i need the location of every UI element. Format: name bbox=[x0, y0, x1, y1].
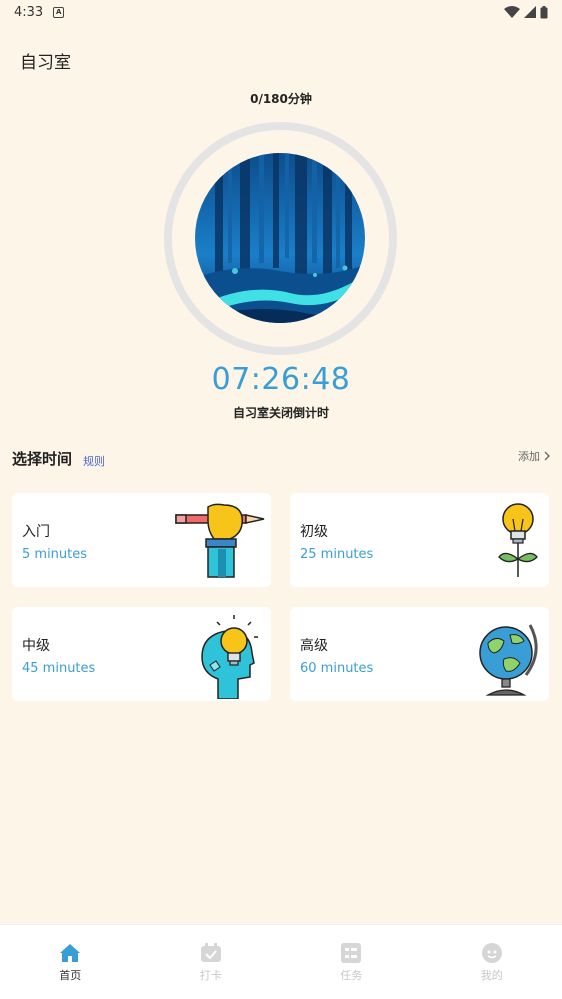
tab-label: 打卡 bbox=[199, 969, 222, 982]
level-name: 中级 bbox=[22, 638, 50, 654]
head-lightbulb-icon bbox=[201, 615, 258, 699]
add-label: 添加 bbox=[518, 450, 540, 463]
tab-home[interactable]: 首页 bbox=[0, 925, 141, 999]
countdown-timer: 07:26:48 bbox=[211, 362, 351, 397]
page-title: 自习室 bbox=[20, 53, 71, 73]
wifi-icon bbox=[504, 6, 520, 18]
level-card-advanced[interactable]: 高级 60 minutes bbox=[290, 607, 549, 701]
checkin-icon bbox=[200, 943, 221, 962]
level-card-intermediate[interactable]: 中级 45 minutes bbox=[12, 607, 271, 701]
tab-label: 任务 bbox=[340, 969, 363, 982]
level-card-beginner[interactable]: 入门 5 minutes bbox=[12, 493, 271, 587]
notification-icon: A bbox=[53, 6, 65, 18]
countdown-label: 自习室关闭倒计时 bbox=[232, 406, 329, 420]
level-card-elementary[interactable]: 初级 25 minutes bbox=[290, 493, 549, 587]
tab-label: 首页 bbox=[59, 969, 82, 982]
section-title: 选择时间 bbox=[12, 450, 73, 468]
tab-tasks[interactable]: 任务 bbox=[281, 925, 422, 999]
task-icon bbox=[341, 943, 362, 963]
status-time: 4:33 bbox=[14, 4, 44, 20]
level-duration: 45 minutes bbox=[22, 661, 96, 676]
signal-icon bbox=[524, 6, 536, 18]
status-bar: 4:33 A bbox=[0, 0, 562, 24]
tab-profile[interactable]: 我的 bbox=[422, 925, 562, 999]
forest-scene-image[interactable] bbox=[195, 153, 365, 323]
chevron-right-icon bbox=[544, 451, 550, 461]
level-name: 入门 bbox=[22, 524, 50, 540]
globe-icon bbox=[479, 624, 538, 696]
tab-checkin[interactable]: 打卡 bbox=[141, 925, 282, 999]
lightbulb-plant-icon bbox=[498, 503, 538, 577]
rules-link[interactable]: 规则 bbox=[83, 453, 105, 469]
pencil-hand-icon bbox=[175, 503, 265, 578]
bottom-tab-bar: 首页 打卡 任务 我的 bbox=[0, 924, 562, 999]
level-name: 初级 bbox=[300, 524, 328, 540]
level-duration: 60 minutes bbox=[300, 661, 374, 676]
battery-icon bbox=[540, 5, 548, 18]
profile-icon bbox=[481, 943, 502, 963]
level-duration: 25 minutes bbox=[300, 547, 374, 562]
tab-label: 我的 bbox=[480, 969, 503, 982]
home-icon bbox=[60, 944, 81, 962]
study-progress: 0/180分钟 bbox=[250, 92, 312, 106]
add-button[interactable]: 添加 bbox=[518, 448, 550, 464]
level-duration: 5 minutes bbox=[22, 547, 88, 562]
level-name: 高级 bbox=[300, 638, 328, 654]
